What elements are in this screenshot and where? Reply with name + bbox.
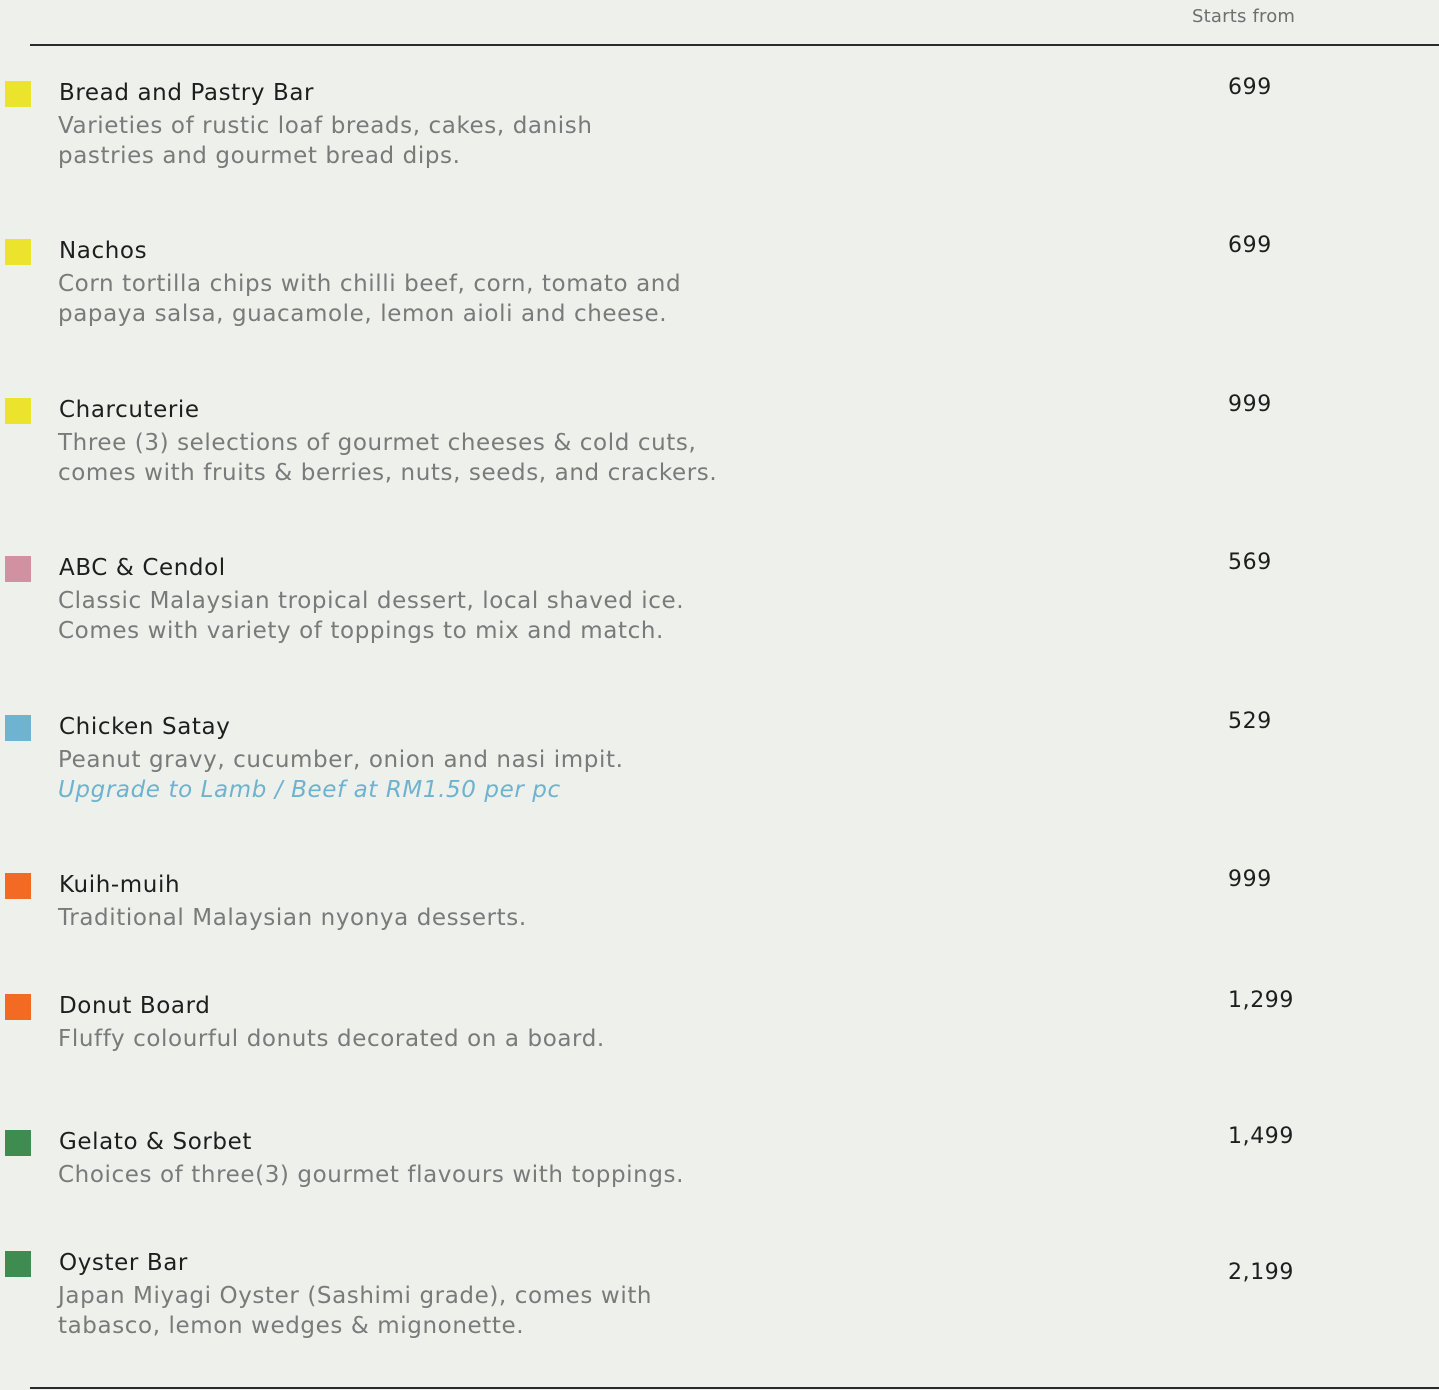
menu-item-description: Corn tortilla chips with chilli beef, co…: [58, 269, 681, 329]
menu-item-description: Traditional Malaysian nyonya desserts.: [58, 903, 527, 933]
menu-item-price: 999: [1228, 867, 1272, 892]
menu-page: Starts from Bread and Pastry Bar Varietie…: [0, 0, 1439, 1390]
menu-item-description: Japan Miyagi Oyster (Sashimi grade), com…: [58, 1281, 652, 1341]
description-line: Varieties of rustic loaf breads, cakes, …: [58, 113, 593, 139]
category-color-swatch: [5, 873, 31, 899]
description-line: Choices of three(3) gourmet flavours wit…: [58, 1162, 685, 1188]
menu-item-name: Charcuterie: [59, 397, 200, 423]
menu-item-price: 1,299: [1228, 988, 1294, 1013]
category-color-swatch: [5, 715, 31, 741]
menu-item-price: 699: [1228, 75, 1272, 100]
menu-item-name: Nachos: [59, 238, 148, 264]
price-column-header: Starts from: [1192, 6, 1296, 27]
menu-item-name: Bread and Pastry Bar: [59, 80, 315, 106]
menu-item-description: Choices of three(3) gourmet flavours wit…: [58, 1160, 684, 1190]
menu-item-price: 569: [1228, 550, 1272, 575]
upgrade-note: Upgrade to Lamb / Beef at RM1.50 per pc: [58, 777, 561, 803]
top-divider: [30, 44, 1439, 46]
menu-item-name: ABC & Cendol: [59, 555, 226, 581]
category-color-swatch: [5, 556, 31, 582]
description-line: Comes with variety of toppings to mix an…: [58, 618, 664, 644]
menu-item-description: Peanut gravy, cucumber, onion and nasi i…: [58, 745, 624, 805]
description-line: Three (3) selections of gourmet cheeses …: [58, 430, 697, 456]
description-line: papaya salsa, guacamole, lemon aioli and…: [58, 301, 668, 327]
description-line: Traditional Malaysian nyonya desserts.: [58, 905, 527, 931]
menu-item-name: Chicken Satay: [59, 714, 231, 740]
description-line: comes with fruits & berries, nuts, seeds…: [58, 460, 718, 486]
description-line: pastries and gourmet bread dips.: [58, 143, 461, 169]
menu-item-description: Varieties of rustic loaf breads, cakes, …: [58, 111, 593, 171]
menu-item-name: Oyster Bar: [59, 1250, 188, 1276]
menu-item-description: Classic Malaysian tropical dessert, loca…: [58, 586, 684, 646]
description-line: Peanut gravy, cucumber, onion and nasi i…: [58, 747, 624, 773]
menu-item-price: 1,499: [1228, 1124, 1294, 1149]
menu-item-price: 529: [1228, 709, 1272, 734]
description-line: Classic Malaysian tropical dessert, loca…: [58, 588, 685, 614]
menu-item-description: Three (3) selections of gourmet cheeses …: [58, 428, 717, 488]
description-line: Corn tortilla chips with chilli beef, co…: [58, 271, 682, 297]
menu-item-description: Fluffy colourful donuts decorated on a b…: [58, 1024, 605, 1054]
description-line: tabasco, lemon wedges & mignonette.: [58, 1313, 525, 1339]
category-color-swatch: [5, 1130, 31, 1156]
category-color-swatch: [5, 239, 31, 265]
description-line: Fluffy colourful donuts decorated on a b…: [58, 1026, 605, 1052]
menu-item-price: 699: [1228, 233, 1272, 258]
menu-item-price: 999: [1228, 392, 1272, 417]
bottom-divider: [30, 1387, 1439, 1389]
menu-item-name: Gelato & Sorbet: [59, 1129, 252, 1155]
category-color-swatch: [5, 81, 31, 107]
description-line: Japan Miyagi Oyster (Sashimi grade), com…: [58, 1283, 653, 1309]
category-color-swatch: [5, 398, 31, 424]
menu-item-name: Donut Board: [59, 993, 211, 1019]
menu-item-price: 2,199: [1228, 1260, 1294, 1285]
menu-item-name: Kuih-muih: [59, 872, 181, 898]
category-color-swatch: [5, 1251, 31, 1277]
category-color-swatch: [5, 994, 31, 1020]
